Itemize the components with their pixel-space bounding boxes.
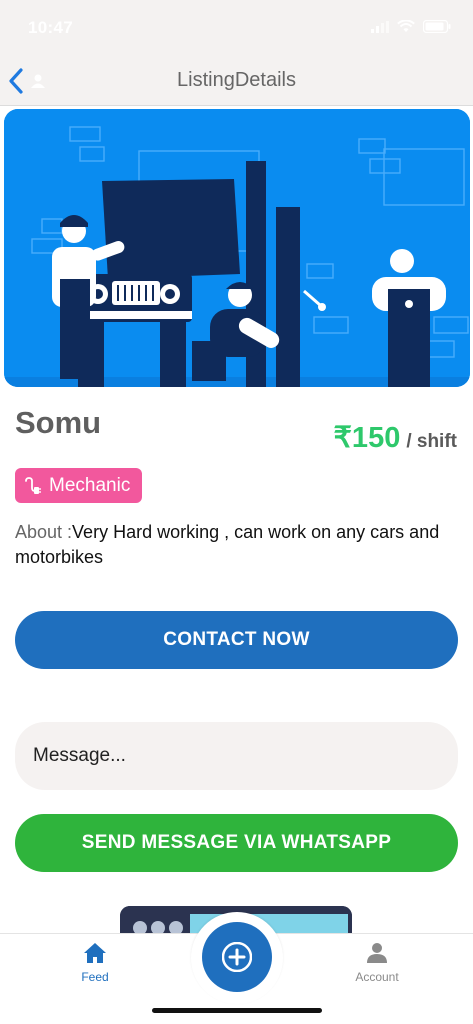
- contact-now-label: CONTACT NOW: [163, 629, 310, 650]
- tab-feed-label: Feed: [81, 970, 109, 984]
- add-listing-button[interactable]: [202, 922, 272, 992]
- contact-now-button[interactable]: CONTACT NOW: [15, 611, 458, 669]
- send-whatsapp-button[interactable]: SEND MESSAGE VIA WHATSAPP: [15, 814, 458, 872]
- home-indicator: [152, 1008, 322, 1013]
- about-text: Very Hard working , can work on any cars…: [15, 522, 440, 567]
- worker-name: Somu: [15, 405, 102, 440]
- message-input[interactable]: [15, 722, 458, 790]
- wifi-icon: [397, 20, 415, 32]
- plus-icon: [222, 942, 252, 972]
- tab-feed[interactable]: Feed: [60, 942, 130, 998]
- price-info: ₹150 / shift: [333, 420, 457, 455]
- mechanics-illustration: [4, 109, 470, 387]
- category-badge: Mechanic: [15, 468, 143, 503]
- account-icon: [367, 943, 387, 963]
- page-title: ListingDetails: [177, 69, 296, 91]
- plug-icon: [25, 476, 41, 494]
- status-bar: 10:47: [0, 0, 473, 56]
- about-section: About :Very Hard working , can work on a…: [15, 520, 455, 570]
- about-label: About :: [15, 522, 73, 542]
- status-time: 10:47: [28, 18, 73, 37]
- hero-illustration: [4, 109, 470, 387]
- screen: 10:47 ListingDetails Somu ₹150 / shift M…: [0, 0, 473, 1024]
- tab-account[interactable]: Account: [342, 942, 412, 998]
- signal-icon: [371, 20, 389, 33]
- price-unit: / shift: [406, 431, 457, 452]
- category-label: Mechanic: [49, 474, 131, 496]
- nav-bar: ListingDetails: [0, 56, 473, 106]
- send-whatsapp-label: SEND MESSAGE VIA WHATSAPP: [81, 832, 392, 853]
- home-icon: [84, 943, 106, 963]
- price-value: ₹150: [333, 422, 401, 454]
- tab-account-label: Account: [355, 970, 399, 984]
- battery-icon: [423, 20, 451, 33]
- status-icons: [371, 20, 451, 33]
